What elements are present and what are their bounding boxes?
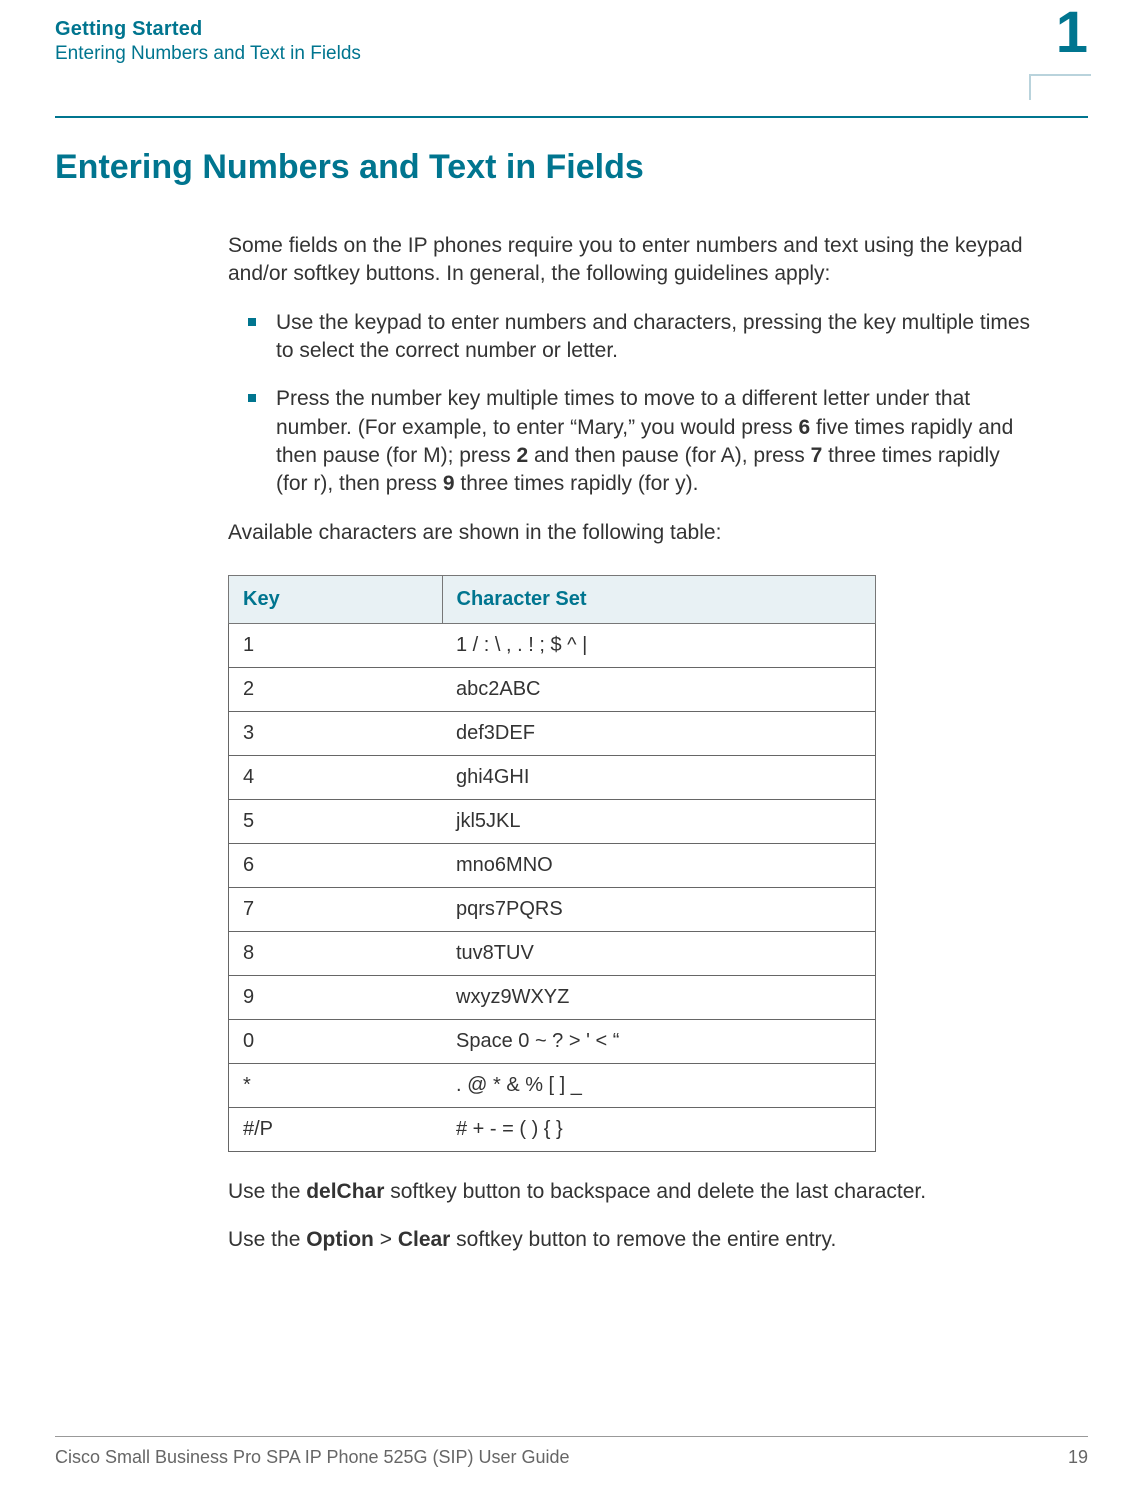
option-clear-paragraph: Use the Option > Clear softkey button to…	[228, 1226, 1036, 1254]
softkey-option: Option	[306, 1228, 374, 1251]
text: softkey button to remove the entire entr…	[450, 1228, 836, 1251]
table-cell-charset: abc2ABC	[442, 668, 876, 712]
table-header-charset: Character Set	[442, 576, 876, 624]
table-cell-key: 6	[229, 844, 443, 888]
table-header-key: Key	[229, 576, 443, 624]
body-content: Some fields on the IP phones require you…	[228, 232, 1036, 1275]
table-cell-charset: def3DEF	[442, 712, 876, 756]
text: Use the	[228, 1180, 306, 1203]
list-item: Use the keypad to enter numbers and char…	[228, 309, 1036, 366]
page-footer: Cisco Small Business Pro SPA IP Phone 52…	[55, 1436, 1088, 1468]
table-cell-key: 1	[229, 624, 443, 668]
table-cell-charset: mno6MNO	[442, 844, 876, 888]
guidelines-list: Use the keypad to enter numbers and char…	[228, 309, 1036, 499]
key-9: 9	[443, 472, 455, 495]
list-item: Press the number key multiple times to m…	[228, 385, 1036, 498]
table-cell-charset: tuv8TUV	[442, 932, 876, 976]
header-rule	[55, 116, 1088, 118]
intro-paragraph: Some fields on the IP phones require you…	[228, 232, 1036, 289]
table-cell-charset: # + - = ( ) { }	[442, 1108, 876, 1152]
table-cell-key: 7	[229, 888, 443, 932]
chapter-title: Getting Started	[55, 18, 1126, 41]
text: Use the	[228, 1228, 306, 1251]
table-row: 3def3DEF	[229, 712, 876, 756]
table-cell-key: 8	[229, 932, 443, 976]
table-row: 5jkl5JKL	[229, 800, 876, 844]
table-cell-key: 2	[229, 668, 443, 712]
character-set-table: Key Character Set 11 / : \ , . ! ; $ ^ |…	[228, 575, 876, 1152]
table-cell-charset: . @ * & % [ ] _	[442, 1064, 876, 1108]
text: softkey button to backspace and delete t…	[384, 1180, 926, 1203]
table-row: 6mno6MNO	[229, 844, 876, 888]
table-row: 8tuv8TUV	[229, 932, 876, 976]
page-number: 19	[1068, 1447, 1088, 1468]
table-row: 11 / : \ , . ! ; $ ^ |	[229, 624, 876, 668]
footer-text: Cisco Small Business Pro SPA IP Phone 52…	[55, 1447, 570, 1467]
delchar-paragraph: Use the delChar softkey button to backsp…	[228, 1178, 1036, 1206]
text: three times rapidly (for y).	[455, 472, 699, 495]
table-cell-charset: wxyz9WXYZ	[442, 976, 876, 1020]
page-heading: Entering Numbers and Text in Fields	[55, 148, 644, 187]
key-2: 2	[516, 444, 528, 467]
table-row: #/P# + - = ( ) { }	[229, 1108, 876, 1152]
table-row: 9wxyz9WXYZ	[229, 976, 876, 1020]
table-cell-charset: ghi4GHI	[442, 756, 876, 800]
table-cell-charset: Space 0 ~ ? > ' < “	[442, 1020, 876, 1064]
table-cell-key: 3	[229, 712, 443, 756]
section-title: Entering Numbers and Text in Fields	[55, 43, 1126, 65]
table-cell-key: 5	[229, 800, 443, 844]
softkey-clear: Clear	[398, 1228, 451, 1251]
table-cell-key: 0	[229, 1020, 443, 1064]
table-cell-key: *	[229, 1064, 443, 1108]
table-cell-key: 9	[229, 976, 443, 1020]
text: >	[374, 1228, 398, 1251]
table-cell-charset: jkl5JKL	[442, 800, 876, 844]
chapter-corner-decoration	[1029, 74, 1091, 100]
table-cell-key: #/P	[229, 1108, 443, 1152]
key-7: 7	[811, 444, 823, 467]
table-intro: Available characters are shown in the fo…	[228, 519, 1036, 547]
table-cell-charset: pqrs7PQRS	[442, 888, 876, 932]
table-cell-key: 4	[229, 756, 443, 800]
table-row: *. @ * & % [ ] _	[229, 1064, 876, 1108]
table-row: 4ghi4GHI	[229, 756, 876, 800]
key-6: 6	[798, 416, 810, 439]
table-row: 7pqrs7PQRS	[229, 888, 876, 932]
table-row: 2abc2ABC	[229, 668, 876, 712]
chapter-number: 1	[1056, 4, 1088, 62]
softkey-delchar: delChar	[306, 1180, 384, 1203]
table-row: 0Space 0 ~ ? > ' < “	[229, 1020, 876, 1064]
table-cell-charset: 1 / : \ , . ! ; $ ^ |	[442, 624, 876, 668]
text: and then pause (for A), press	[528, 444, 811, 467]
